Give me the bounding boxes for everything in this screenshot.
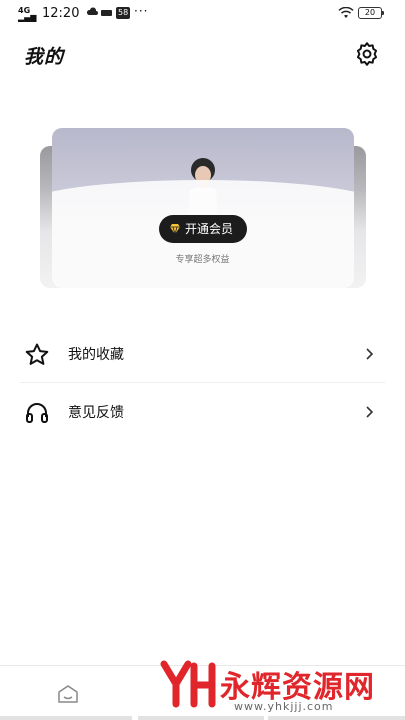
chevron-right-icon [366,348,374,360]
settings-gear-icon[interactable] [354,41,380,67]
diamond-icon [170,224,180,235]
wifi-icon [338,7,354,18]
menu-item-favorites[interactable]: 我的收藏 [20,326,385,382]
status-time: 12:20 [42,6,80,21]
chevron-right-icon [366,406,374,418]
battery-icon: 20 [358,7,384,19]
menu-label-favorites: 我的收藏 [68,347,124,363]
membership-subtitle: 专享超多权益 [175,255,230,265]
menu-item-feedback[interactable]: 意见反馈 [20,384,385,440]
open-membership-button[interactable]: 开通会员 [159,215,247,243]
home-tab-icon[interactable] [57,684,79,704]
star-icon [25,343,49,365]
cloud-icon [86,7,98,15]
page-title: 我的 [24,46,65,68]
menu-divider [20,382,385,383]
headphones-icon [26,403,48,423]
status-bar: 4G ▂▄▆ 12:20 58 ··· 20 [0,0,405,28]
bottom-nav-segment [0,716,132,720]
more-notifications-icon: ··· [134,4,149,18]
notification-badge: 58 [116,7,131,19]
watermark: 永辉资源网 www.yhkjjj.com [160,656,400,720]
signal-indicator: 4G ▂▄▆ [18,6,37,22]
notification-icon [101,10,112,16]
open-membership-label: 开通会员 [185,222,234,236]
menu-label-feedback: 意见反馈 [68,405,124,421]
watermark-url: www.yhkjjj.com [234,700,334,713]
watermark-logo [160,660,216,708]
